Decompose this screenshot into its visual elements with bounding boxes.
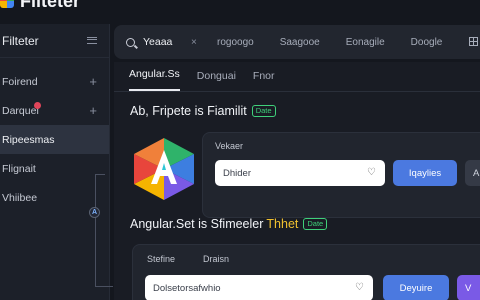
sidebar-item-ripeesmas[interactable]: Ripeesmas	[0, 125, 109, 154]
sidebar-item-label: Vhiibee	[2, 191, 38, 204]
field-value: Dolsetorsafwhio	[153, 282, 221, 294]
sidebar-item-darquel[interactable]: Darquel +	[0, 96, 109, 125]
sidebar: Filteter Foirend + Darquel + Ripeesmas F…	[0, 24, 110, 300]
app-title-bar: Filteter	[0, 0, 80, 12]
tab-bar: Angular.Ss Donguai Fnor	[114, 62, 480, 92]
sidebar-item-label: Ripeesmas	[2, 133, 55, 146]
field-value: Dhider	[223, 167, 251, 179]
clear-search-icon[interactable]: ×	[191, 37, 217, 48]
field-label: Vekaer	[215, 141, 244, 151]
notification-badge	[34, 102, 41, 109]
tree-node-icon[interactable]: A	[89, 207, 100, 218]
date-badge: Date	[251, 105, 276, 117]
topbar-link[interactable]: Doogle	[411, 37, 443, 48]
tab-fnor[interactable]: Fnor	[253, 70, 275, 91]
topbar-link[interactable]: Saagooe	[280, 37, 320, 48]
primary-button[interactable]: Deyuire	[383, 275, 449, 300]
app-title: Filteter	[20, 0, 81, 11]
grid-icon[interactable]	[469, 37, 478, 46]
plus-icon[interactable]: +	[89, 104, 97, 117]
text-field[interactable]: Dhider ♡	[215, 160, 385, 186]
sidebar-item-label: Foirend	[2, 75, 38, 88]
main-panel: Angular.Ss Donguai Fnor Ab, Fripete is F…	[114, 62, 480, 300]
tree-connector	[95, 174, 96, 286]
secondary-button[interactable]: A	[465, 160, 480, 186]
menu-icon[interactable]	[87, 37, 97, 44]
primary-button[interactable]: Iqaylies	[393, 160, 457, 186]
section-title: Angular.Set is Sfimeeler	[130, 217, 264, 231]
tree-connector	[95, 174, 105, 175]
tab-angular-ss[interactable]: Angular.Ss	[129, 68, 180, 91]
form-card: Stefine Draisn Dolsetorsafwhio ♡ Deyuire…	[132, 244, 480, 300]
app-logo-icon	[0, 0, 14, 8]
search-input[interactable]: Yeaaa	[143, 36, 191, 48]
tree-connector	[95, 286, 113, 287]
sidebar-title: Filteter	[2, 33, 39, 48]
heart-icon[interactable]: ♡	[367, 168, 377, 178]
section-title-accent: Thhet	[266, 217, 299, 231]
secondary-button[interactable]: V	[457, 275, 480, 300]
tab-donguai[interactable]: Donguai	[197, 70, 236, 91]
heart-icon[interactable]: ♡	[355, 283, 365, 293]
text-field[interactable]: Dolsetorsafwhio ♡	[145, 275, 373, 300]
topbar-link[interactable]: Eonagile	[346, 37, 385, 48]
sidebar-header: Filteter	[0, 24, 109, 58]
angular-logo-icon	[128, 136, 200, 202]
section-heading: Ab, Fripete is Fiamilit Date	[130, 104, 276, 118]
plus-icon[interactable]: +	[89, 75, 97, 88]
section-heading: Angular.Set is Sfimeeler Thhet Date	[130, 217, 328, 231]
sidebar-item-label: Flignait	[2, 162, 36, 175]
form-card: Vekaer Dhider ♡ Iqaylies A	[202, 132, 480, 218]
section-title: Ab, Fripete is Fiamilit	[130, 104, 247, 118]
date-badge: Date	[303, 218, 328, 230]
field-label: Draisn	[203, 254, 230, 264]
sidebar-item-flignait[interactable]: Flignait	[0, 154, 109, 183]
search-bar: Yeaaa × rogoogo Saagooe Eonagile Doogle	[114, 25, 480, 59]
sidebar-item-foirend[interactable]: Foirend +	[0, 67, 109, 96]
topbar-link[interactable]: rogoogo	[217, 37, 254, 48]
search-icon[interactable]	[126, 37, 135, 47]
field-label: Stefine	[147, 254, 176, 264]
